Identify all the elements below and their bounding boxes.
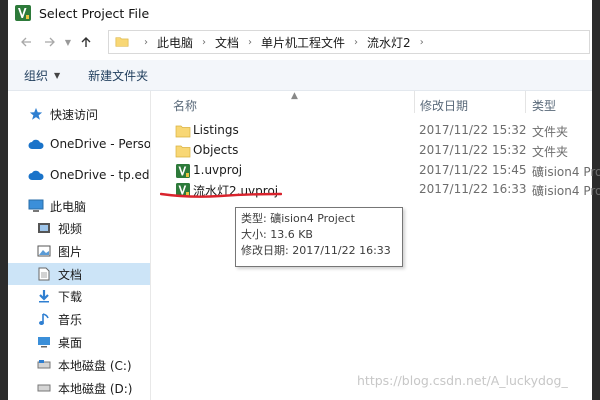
breadcrumb-separator: › bbox=[354, 36, 359, 48]
forward-button[interactable] bbox=[38, 30, 62, 54]
breadcrumb-separator: › bbox=[248, 36, 253, 48]
file-date: 2017/11/22 16:33 bbox=[419, 182, 527, 196]
window-title: Select Project File bbox=[39, 5, 150, 21]
breadcrumb-separator: › bbox=[144, 36, 148, 48]
address-bar[interactable]: › 此电脑 › 文档 › 单片机工程文件 › 流水灯2 › bbox=[108, 30, 590, 54]
watermark: https://blog.csdn.net/A_luckydog_ bbox=[357, 373, 568, 388]
column-divider[interactable] bbox=[414, 91, 415, 113]
sidebar-item-label: 视频 bbox=[58, 221, 83, 236]
column-header-date[interactable]: 修改日期 bbox=[420, 97, 468, 114]
sidebar-item-documents[interactable]: 文档 bbox=[8, 263, 150, 285]
uvproj-file-icon bbox=[176, 164, 190, 178]
sidebar-item-drive-c[interactable]: 本地磁盘 (C:) bbox=[8, 354, 150, 376]
file-info-tooltip: 类型: 礦ision4 Project 大小: 13.6 KB 修改日期: 20… bbox=[235, 207, 403, 267]
navigation-pane: 快速访问 OneDrive - Perso OneDrive - tp.ed 此… bbox=[8, 91, 151, 400]
file-name: Objects bbox=[193, 143, 239, 157]
breadcrumb-item[interactable]: 文档 bbox=[215, 34, 239, 51]
recent-locations-dropdown[interactable]: ▼ bbox=[62, 30, 74, 54]
download-icon bbox=[36, 288, 52, 304]
file-date: 2017/11/22 15:32 bbox=[419, 123, 527, 137]
file-date: 2017/11/22 15:32 bbox=[419, 143, 527, 157]
breadcrumb-separator: › bbox=[419, 36, 424, 48]
up-arrow-icon bbox=[81, 37, 91, 47]
sort-ascending-icon: ▲ bbox=[291, 91, 298, 101]
breadcrumb-separator: › bbox=[202, 36, 207, 48]
file-row-listings[interactable]: Listings 2017/11/22 15:32 文件夹 bbox=[171, 121, 591, 141]
sidebar-item-label: 快速访问 bbox=[50, 107, 99, 122]
desktop-icon bbox=[36, 334, 52, 350]
file-type: 礦ision4 Proj bbox=[532, 184, 600, 198]
sidebar-item-label: 本地磁盘 (C:) bbox=[58, 358, 132, 373]
computer-icon bbox=[28, 198, 44, 214]
video-icon bbox=[36, 220, 52, 236]
sidebar-item-quick-access[interactable]: 快速访问 bbox=[8, 103, 150, 125]
back-arrow-icon bbox=[21, 37, 31, 47]
sidebar-item-label: OneDrive - Perso bbox=[50, 137, 150, 151]
sidebar-item-this-pc[interactable]: 此电脑 bbox=[8, 195, 150, 217]
sidebar-item-music[interactable]: 音乐 bbox=[8, 308, 150, 330]
title-bar: Select Project File bbox=[8, 0, 600, 26]
document-icon bbox=[36, 266, 52, 282]
star-icon bbox=[28, 106, 44, 122]
left-window-edge bbox=[0, 0, 8, 400]
file-type: 礦ision4 Proj bbox=[532, 165, 600, 179]
breadcrumb-item[interactable]: 单片机工程文件 bbox=[261, 34, 345, 51]
sidebar-item-label: 此电脑 bbox=[50, 199, 87, 214]
column-divider[interactable] bbox=[525, 91, 526, 113]
sidebar-item-label: 下载 bbox=[58, 289, 83, 304]
organize-label: 组织 bbox=[24, 68, 49, 83]
sidebar-item-label: 音乐 bbox=[58, 312, 83, 327]
tooltip-date-line: 修改日期: 2017/11/22 16:33 bbox=[241, 244, 391, 257]
new-folder-label: 新建文件夹 bbox=[88, 68, 149, 83]
sidebar-item-label: 文档 bbox=[58, 267, 83, 282]
tooltip-type-line: 类型: 礦ision4 Project bbox=[241, 212, 355, 225]
sidebar-item-pictures[interactable]: 图片 bbox=[8, 240, 150, 262]
sidebar-item-label: 桌面 bbox=[58, 335, 83, 350]
folder-icon bbox=[175, 145, 191, 158]
chevron-down-icon: ▼ bbox=[64, 37, 72, 47]
file-name: 1.uvproj bbox=[193, 163, 243, 177]
folder-icon bbox=[115, 37, 129, 47]
file-row-objects[interactable]: Objects 2017/11/22 15:32 文件夹 bbox=[171, 141, 591, 161]
tooltip-size-line: 大小: 13.6 KB bbox=[241, 228, 313, 241]
forward-arrow-icon bbox=[45, 37, 55, 47]
sidebar-item-onedrive-personal[interactable]: OneDrive - Perso bbox=[8, 133, 150, 155]
sidebar-item-label: OneDrive - tp.ed bbox=[50, 168, 150, 182]
red-annotation-underline bbox=[160, 192, 282, 198]
picture-icon bbox=[36, 243, 52, 259]
keil-uvision-icon bbox=[15, 5, 31, 21]
folder-icon bbox=[175, 125, 191, 138]
navigation-bar: ▼ › 此电脑 › 文档 › 单片机工程文件 › 流水灯2 › bbox=[8, 28, 592, 56]
sidebar-item-label: 图片 bbox=[58, 244, 83, 259]
file-date: 2017/11/22 15:45 bbox=[419, 163, 527, 177]
column-header-type[interactable]: 类型 bbox=[532, 97, 556, 114]
cloud-icon bbox=[28, 167, 44, 183]
sidebar-item-onedrive-tp[interactable]: OneDrive - tp.ed bbox=[8, 164, 150, 186]
file-name: Listings bbox=[193, 123, 239, 137]
file-row-1-uvproj[interactable]: 1.uvproj 2017/11/22 15:45 礦ision4 Proj bbox=[171, 161, 600, 181]
music-icon bbox=[36, 311, 52, 327]
file-type: 文件夹 bbox=[532, 125, 569, 139]
breadcrumb-item[interactable]: 流水灯2 bbox=[367, 34, 411, 51]
back-button[interactable] bbox=[14, 30, 38, 54]
breadcrumb-item[interactable]: 此电脑 bbox=[157, 34, 193, 51]
sidebar-item-label: 本地磁盘 (D:) bbox=[58, 381, 133, 396]
organize-button[interactable]: 组织 ▼ bbox=[24, 67, 60, 84]
command-bar: 组织 ▼ 新建文件夹 bbox=[8, 60, 592, 91]
sidebar-item-desktop[interactable]: 桌面 bbox=[8, 331, 150, 353]
up-button[interactable] bbox=[74, 30, 98, 54]
sidebar-item-videos[interactable]: 视频 bbox=[8, 217, 150, 239]
column-header-name[interactable]: 名称 bbox=[173, 97, 197, 114]
cloud-icon bbox=[28, 136, 44, 152]
drive-icon bbox=[36, 380, 52, 396]
sidebar-item-drive-d[interactable]: 本地磁盘 (D:) bbox=[8, 377, 150, 399]
drive-icon bbox=[36, 357, 52, 373]
file-type: 文件夹 bbox=[532, 145, 569, 159]
chevron-down-icon: ▼ bbox=[54, 70, 61, 80]
right-window-edge bbox=[592, 0, 600, 400]
sidebar-item-downloads[interactable]: 下载 bbox=[8, 285, 150, 307]
new-folder-button[interactable]: 新建文件夹 bbox=[88, 67, 148, 84]
